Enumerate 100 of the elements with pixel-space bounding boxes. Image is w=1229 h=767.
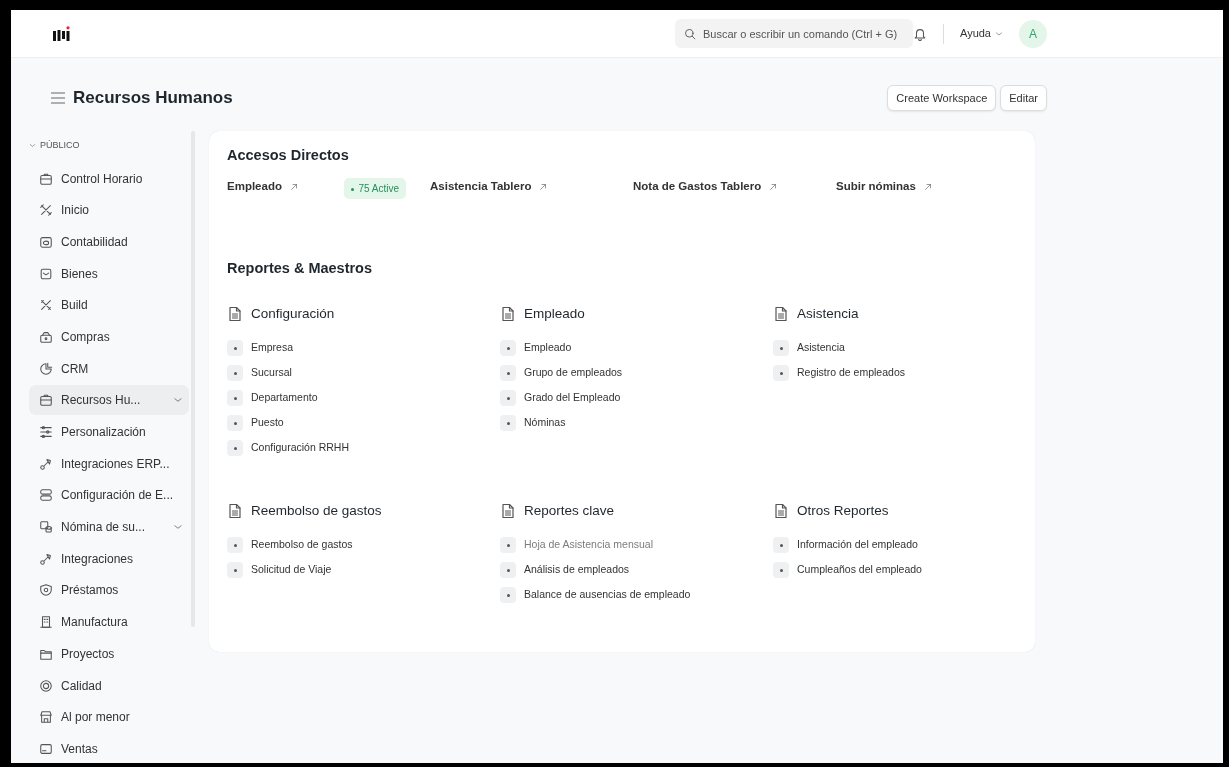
shortcut-link[interactable]: Subir nóminas — [836, 178, 932, 196]
search-icon — [684, 28, 696, 40]
sidebar-item[interactable]: Al por menor — [29, 702, 189, 733]
report-link[interactable]: Grado del Empleado — [524, 390, 621, 406]
group-title: Reembolso de gastos — [251, 502, 382, 521]
document-icon — [227, 305, 243, 322]
report-link[interactable]: Análisis de empleados — [524, 562, 630, 579]
shortcut-link[interactable]: Nota de Gastos Tablero — [633, 178, 778, 196]
group-title: Otros Reportes — [797, 502, 889, 521]
sidebar-item[interactable]: Build — [29, 290, 189, 321]
report-link[interactable]: Solicitud de Viaje — [251, 562, 332, 579]
report-link[interactable]: Balance de ausencias de empleado — [524, 587, 691, 604]
caret-icon — [995, 29, 1003, 38]
sidebar-item[interactable]: Recursos Hu... — [29, 385, 189, 416]
briefcase-icon — [39, 393, 53, 408]
bullet-icon — [227, 415, 243, 432]
report-link[interactable]: Configuración RRHH — [251, 440, 350, 456]
shield-icon — [39, 583, 53, 598]
server-icon — [39, 488, 53, 503]
document-icon — [500, 503, 516, 520]
sidebar-item[interactable]: Ventas — [29, 733, 189, 763]
bullet-icon — [500, 562, 516, 579]
report-link[interactable]: Puesto — [251, 415, 284, 431]
shortcut-link[interactable]: Asistencia Tablero — [430, 178, 548, 196]
bullet-icon — [500, 537, 516, 554]
report-link[interactable]: Empresa — [251, 340, 293, 356]
status-badge: 75 Active — [344, 178, 406, 200]
sidebar-item[interactable]: Nómina de su... — [29, 512, 189, 543]
sidebar-item[interactable]: Bienes — [29, 258, 189, 289]
briefcase-icon — [39, 171, 53, 186]
sidebar-item[interactable]: Control Horario — [29, 163, 189, 194]
bullet-icon — [227, 537, 243, 554]
document-icon — [773, 305, 789, 322]
report-link[interactable]: Información del empleado — [797, 537, 918, 554]
menu-icon[interactable] — [51, 92, 65, 104]
report-link[interactable]: Sucursal — [251, 365, 292, 381]
logo-icon — [51, 25, 73, 42]
pie-chart-icon — [39, 361, 53, 376]
box-icon — [39, 266, 53, 281]
bullet-icon — [227, 390, 243, 407]
group-title: Asistencia — [797, 304, 859, 323]
bullet-icon — [773, 365, 789, 382]
sidebar-item[interactable]: Proyectos — [29, 638, 189, 669]
arrow-icon — [769, 183, 778, 191]
sidebar-item[interactable]: Contabilidad — [29, 226, 189, 257]
arrow-icon — [289, 183, 298, 191]
bullet-icon — [227, 365, 243, 382]
store-icon — [39, 710, 53, 725]
document-icon — [773, 503, 789, 520]
bullet-icon — [500, 415, 516, 432]
search-field[interactable]: Buscar o escribir un comando (Ctrl + G) — [675, 19, 913, 48]
bullet-icon — [773, 537, 789, 554]
bullet-icon — [500, 390, 516, 407]
document-icon — [500, 305, 516, 322]
sidebar-item[interactable]: CRM — [29, 353, 189, 384]
document-icon — [227, 503, 243, 520]
bullet-icon — [227, 440, 243, 457]
section-toggle[interactable]: PÚBLICO — [29, 139, 80, 153]
sliders-icon — [39, 425, 53, 439]
sidebar-item[interactable]: Manufactura — [29, 607, 189, 638]
sidebar-item[interactable]: Integraciones — [29, 543, 189, 574]
bullet-icon — [500, 587, 516, 604]
report-link[interactable]: Reembolso de gastos — [251, 537, 353, 554]
bullet-icon — [227, 340, 243, 357]
shortcut-link[interactable]: Empleado — [227, 178, 298, 196]
bullet-icon — [773, 340, 789, 357]
report-link[interactable]: Grupo de empleados — [524, 365, 623, 381]
sidebar-item[interactable]: Integraciones ERP... — [29, 448, 189, 479]
edit-button[interactable]: Editar — [1000, 84, 1047, 112]
tools-icon — [39, 203, 53, 218]
arrow-icon — [539, 183, 548, 191]
sidebar-item[interactable]: Inicio — [29, 195, 189, 226]
report-link[interactable]: Empleado — [524, 340, 572, 356]
report-link[interactable]: Registro de empleados — [797, 365, 905, 381]
group-title: Reportes clave — [524, 502, 615, 521]
report-link[interactable]: Cumpleaños del empleado — [797, 562, 922, 579]
create-workspace-button[interactable]: Create Workspace — [887, 84, 997, 112]
bullet-icon — [500, 365, 516, 382]
tools-icon — [39, 298, 53, 313]
sidebar-item[interactable]: Préstamos — [29, 575, 189, 606]
section-heading: Accesos Directos — [227, 147, 350, 165]
report-link[interactable]: Departamento — [251, 390, 318, 406]
sidebar-item[interactable]: Personalización — [29, 417, 189, 447]
bullet-icon — [227, 562, 243, 579]
bell-icon — [913, 26, 927, 41]
arrow-icon — [923, 183, 932, 191]
sidebar-item[interactable]: Compras — [29, 321, 189, 352]
database-icon — [39, 520, 53, 535]
page-title: Recursos Humanos — [73, 87, 234, 109]
plug-icon — [39, 551, 53, 566]
sidebar-item[interactable]: Configuración de E... — [29, 480, 189, 511]
group-title: Configuración — [251, 304, 335, 323]
card-icon — [39, 741, 53, 756]
help-menu[interactable]: Ayuda — [960, 25, 1003, 42]
section-heading: Reportes & Maestros — [227, 260, 374, 278]
bullet-icon — [773, 562, 789, 579]
report-link[interactable]: Asistencia — [797, 340, 845, 356]
report-link[interactable]: Nóminas — [524, 415, 566, 431]
sidebar-item[interactable]: Calidad — [29, 670, 189, 701]
group-title: Empleado — [524, 304, 585, 323]
